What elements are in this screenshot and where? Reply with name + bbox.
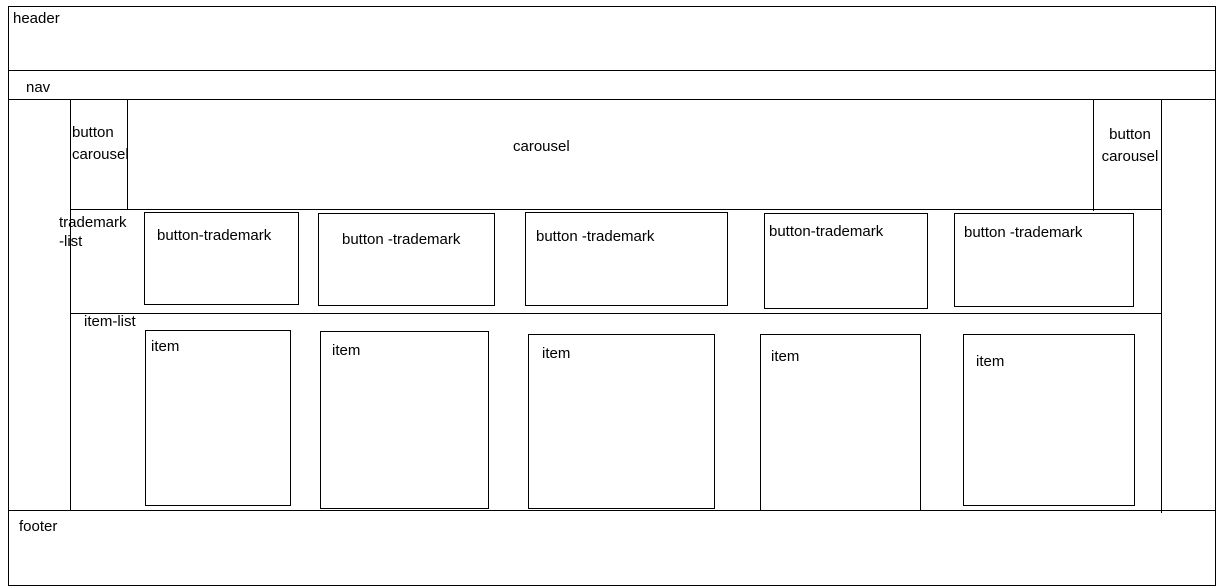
nav-label: nav (26, 79, 51, 96)
button-trademark-2-label: button -trademark (342, 231, 461, 248)
item-5[interactable]: item (963, 334, 1135, 506)
trademark-list-bottom-line (70, 313, 1162, 314)
item-3[interactable]: item (528, 334, 715, 509)
main-left-border (70, 99, 71, 511)
button-carousel-left-line1: button (72, 124, 114, 141)
button-trademark-4-label: button-trademark (769, 223, 884, 240)
button-carousel-left-line2: carousel (72, 146, 129, 163)
item-5-label: item (976, 353, 1005, 370)
header-label: header (13, 10, 60, 27)
button-trademark-2[interactable]: button -trademark (318, 213, 495, 306)
button-trademark-1[interactable]: button-trademark (144, 212, 299, 305)
footer-top-line (8, 510, 1216, 511)
trademark-list-label: trademark -list (59, 213, 149, 251)
button-carousel-left-label: button carousel (72, 122, 152, 166)
trademark-list-line2: -list (59, 233, 83, 250)
button-trademark-5-label: button -trademark (964, 224, 1083, 241)
header-region (8, 6, 1216, 71)
item-4-label: item (771, 348, 800, 365)
button-trademark-3[interactable]: button -trademark (525, 212, 728, 306)
carousel-bottom-line (70, 209, 1162, 210)
nav-bottom-line (8, 99, 1216, 100)
item-1-label: item (151, 338, 180, 355)
item-list-label: item-list (84, 313, 136, 330)
button-carousel-right-label: button carousel (1095, 124, 1165, 168)
button-trademark-4[interactable]: button-trademark (764, 213, 928, 309)
item-2[interactable]: item (320, 331, 489, 509)
item-4[interactable]: item (760, 334, 921, 511)
button-trademark-3-label: button -trademark (536, 228, 655, 245)
carousel-label: carousel (513, 138, 570, 155)
item-1[interactable]: item (145, 330, 291, 506)
button-trademark-5[interactable]: button -trademark (954, 213, 1134, 307)
button-carousel-right-line2: carousel (1101, 148, 1159, 165)
footer-label: footer (19, 518, 58, 535)
button-carousel-right-divider (1093, 99, 1094, 211)
item-3-label: item (542, 345, 571, 362)
button-carousel-right-line1: button (1109, 126, 1151, 143)
item-2-label: item (332, 342, 361, 359)
button-trademark-1-label: button-trademark (157, 227, 272, 244)
trademark-list-line1: trademark (59, 214, 127, 231)
